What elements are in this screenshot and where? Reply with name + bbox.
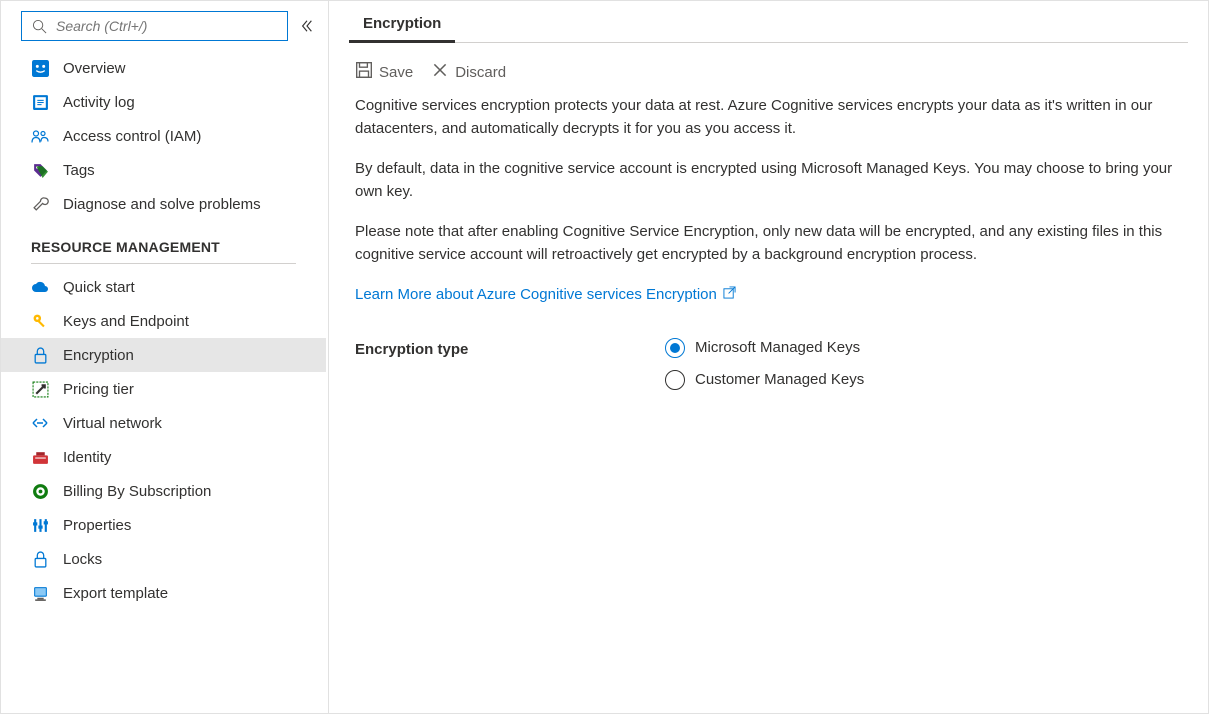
sidebar-item-locks[interactable]: Locks — [1, 542, 326, 576]
save-label: Save — [379, 64, 413, 81]
sidebar-item-label: Pricing tier — [63, 381, 134, 398]
sidebar-item-label: Tags — [63, 162, 95, 179]
identity-icon — [31, 448, 49, 466]
sidebar-item-export-template[interactable]: Export template — [1, 576, 326, 610]
search-row — [1, 1, 328, 51]
sidebar-item-overview[interactable]: Overview — [1, 51, 326, 85]
sidebar-item-label: Locks — [63, 551, 102, 568]
sidebar: Overview Activity log Access control (IA… — [1, 1, 329, 713]
main-content: Encryption Save Discard Cognitive servic… — [329, 1, 1208, 713]
sidebar-item-label: Activity log — [63, 94, 135, 111]
sidebar-item-virtual-network[interactable]: Virtual network — [1, 406, 326, 440]
learn-more-label: Learn More about Azure Cognitive service… — [355, 284, 717, 307]
sidebar-item-label: Access control (IAM) — [63, 128, 201, 145]
pricing-icon — [31, 380, 49, 398]
encryption-type-radio-group: Microsoft Managed Keys Customer Managed … — [665, 337, 864, 392]
save-icon — [355, 61, 373, 83]
radio-indicator-unchecked — [665, 370, 685, 390]
sidebar-item-billing[interactable]: Billing By Subscription — [1, 474, 326, 508]
sidebar-item-label: Keys and Endpoint — [63, 313, 189, 330]
radio-customer-managed[interactable]: Customer Managed Keys — [665, 369, 864, 392]
encryption-type-row: Encryption type Microsoft Managed Keys C… — [355, 337, 1182, 392]
overview-icon — [31, 59, 49, 77]
sidebar-item-label: Quick start — [63, 279, 135, 296]
network-icon — [31, 414, 49, 432]
toolbar: Save Discard — [349, 43, 1188, 95]
sidebar-item-tags[interactable]: Tags — [1, 153, 326, 187]
radio-label: Microsoft Managed Keys — [695, 337, 860, 360]
sidebar-item-label: Billing By Subscription — [63, 483, 211, 500]
content-body: Cognitive services encryption protects y… — [349, 95, 1188, 392]
section-header-resource-management: RESOURCE MANAGEMENT — [1, 221, 326, 259]
sidebar-item-access-control[interactable]: Access control (IAM) — [1, 119, 326, 153]
search-input[interactable] — [56, 18, 279, 34]
sidebar-item-label: Overview — [63, 60, 126, 77]
sidebar-item-identity[interactable]: Identity — [1, 440, 326, 474]
discard-icon — [431, 61, 449, 83]
sidebar-item-label: Properties — [63, 517, 131, 534]
sidebar-item-label: Identity — [63, 449, 111, 466]
lock-icon — [31, 346, 49, 364]
sidebar-item-properties[interactable]: Properties — [1, 508, 326, 542]
divider — [31, 263, 296, 264]
sidebar-item-label: Virtual network — [63, 415, 162, 432]
properties-icon — [31, 516, 49, 534]
wrench-icon — [31, 195, 49, 213]
sidebar-item-encryption[interactable]: Encryption — [1, 338, 326, 372]
sidebar-item-label: Diagnose and solve problems — [63, 196, 261, 213]
cloud-icon — [31, 278, 49, 296]
sidebar-item-keys-endpoint[interactable]: Keys and Endpoint — [1, 304, 326, 338]
search-icon — [30, 17, 48, 35]
people-icon — [31, 127, 49, 145]
locks-icon — [31, 550, 49, 568]
search-box[interactable] — [21, 11, 288, 41]
tag-icon — [31, 161, 49, 179]
key-icon — [31, 312, 49, 330]
sidebar-item-label: Export template — [63, 585, 168, 602]
sidebar-item-diagnose[interactable]: Diagnose and solve problems — [1, 187, 326, 221]
radio-label: Customer Managed Keys — [695, 369, 864, 392]
description-paragraph-3: Please note that after enabling Cognitiv… — [355, 221, 1182, 266]
sidebar-item-label: Encryption — [63, 347, 134, 364]
radio-indicator-checked — [665, 338, 685, 358]
discard-button[interactable]: Discard — [431, 61, 506, 83]
encryption-type-label: Encryption type — [355, 337, 665, 392]
tab-encryption[interactable]: Encryption — [349, 5, 455, 42]
learn-more-link[interactable]: Learn More about Azure Cognitive service… — [355, 284, 736, 307]
description-paragraph-1: Cognitive services encryption protects y… — [355, 95, 1182, 140]
export-icon — [31, 584, 49, 602]
tab-bar: Encryption — [349, 1, 1188, 43]
collapse-sidebar-button[interactable] — [296, 15, 318, 37]
discard-label: Discard — [455, 64, 506, 81]
sidebar-scroll[interactable]: Overview Activity log Access control (IA… — [1, 51, 328, 713]
radio-microsoft-managed[interactable]: Microsoft Managed Keys — [665, 337, 864, 360]
sidebar-item-activity-log[interactable]: Activity log — [1, 85, 326, 119]
description-paragraph-2: By default, data in the cognitive servic… — [355, 158, 1182, 203]
save-button[interactable]: Save — [355, 61, 413, 83]
external-link-icon — [723, 284, 736, 307]
activity-log-icon — [31, 93, 49, 111]
sidebar-item-pricing-tier[interactable]: Pricing tier — [1, 372, 326, 406]
billing-icon — [31, 482, 49, 500]
sidebar-item-quick-start[interactable]: Quick start — [1, 270, 326, 304]
